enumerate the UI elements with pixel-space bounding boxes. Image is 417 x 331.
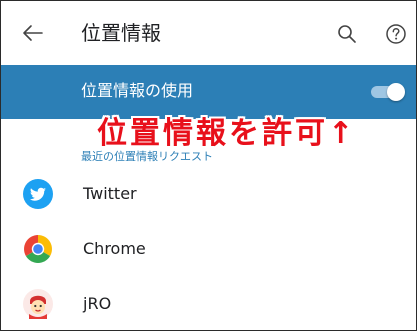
app-name: Twitter (83, 184, 137, 203)
location-toggle-label: 位置情報の使用 (81, 81, 194, 100)
switch-knob (387, 83, 405, 101)
jro-icon (23, 289, 53, 319)
arrow-left-icon (23, 25, 43, 41)
app-row-twitter[interactable]: Twitter (1, 168, 416, 220)
annotation-overlay: 位置情報を許可↑ (97, 116, 357, 151)
app-name: jRO (83, 294, 112, 313)
app-row-chrome[interactable]: Chrome (1, 223, 416, 275)
search-icon (338, 25, 356, 43)
app-bar: 位置情報 (1, 1, 416, 65)
settings-screen: 位置情報 位置情報の使用 最近の位置情報リクエスト 位置情報を許可↑ Twitt… (0, 0, 417, 331)
chrome-icon (24, 235, 52, 263)
location-toggle-row[interactable]: 位置情報の使用 (1, 65, 416, 119)
help-circle-icon (386, 24, 406, 44)
app-name: Chrome (83, 239, 146, 258)
twitter-icon (23, 179, 53, 209)
help-button[interactable] (383, 21, 409, 47)
app-row-jro[interactable]: jRO (1, 278, 416, 330)
search-button[interactable] (334, 21, 360, 47)
page-title: 位置情報 (81, 21, 161, 45)
back-button[interactable] (17, 19, 49, 47)
location-switch[interactable] (367, 83, 407, 101)
